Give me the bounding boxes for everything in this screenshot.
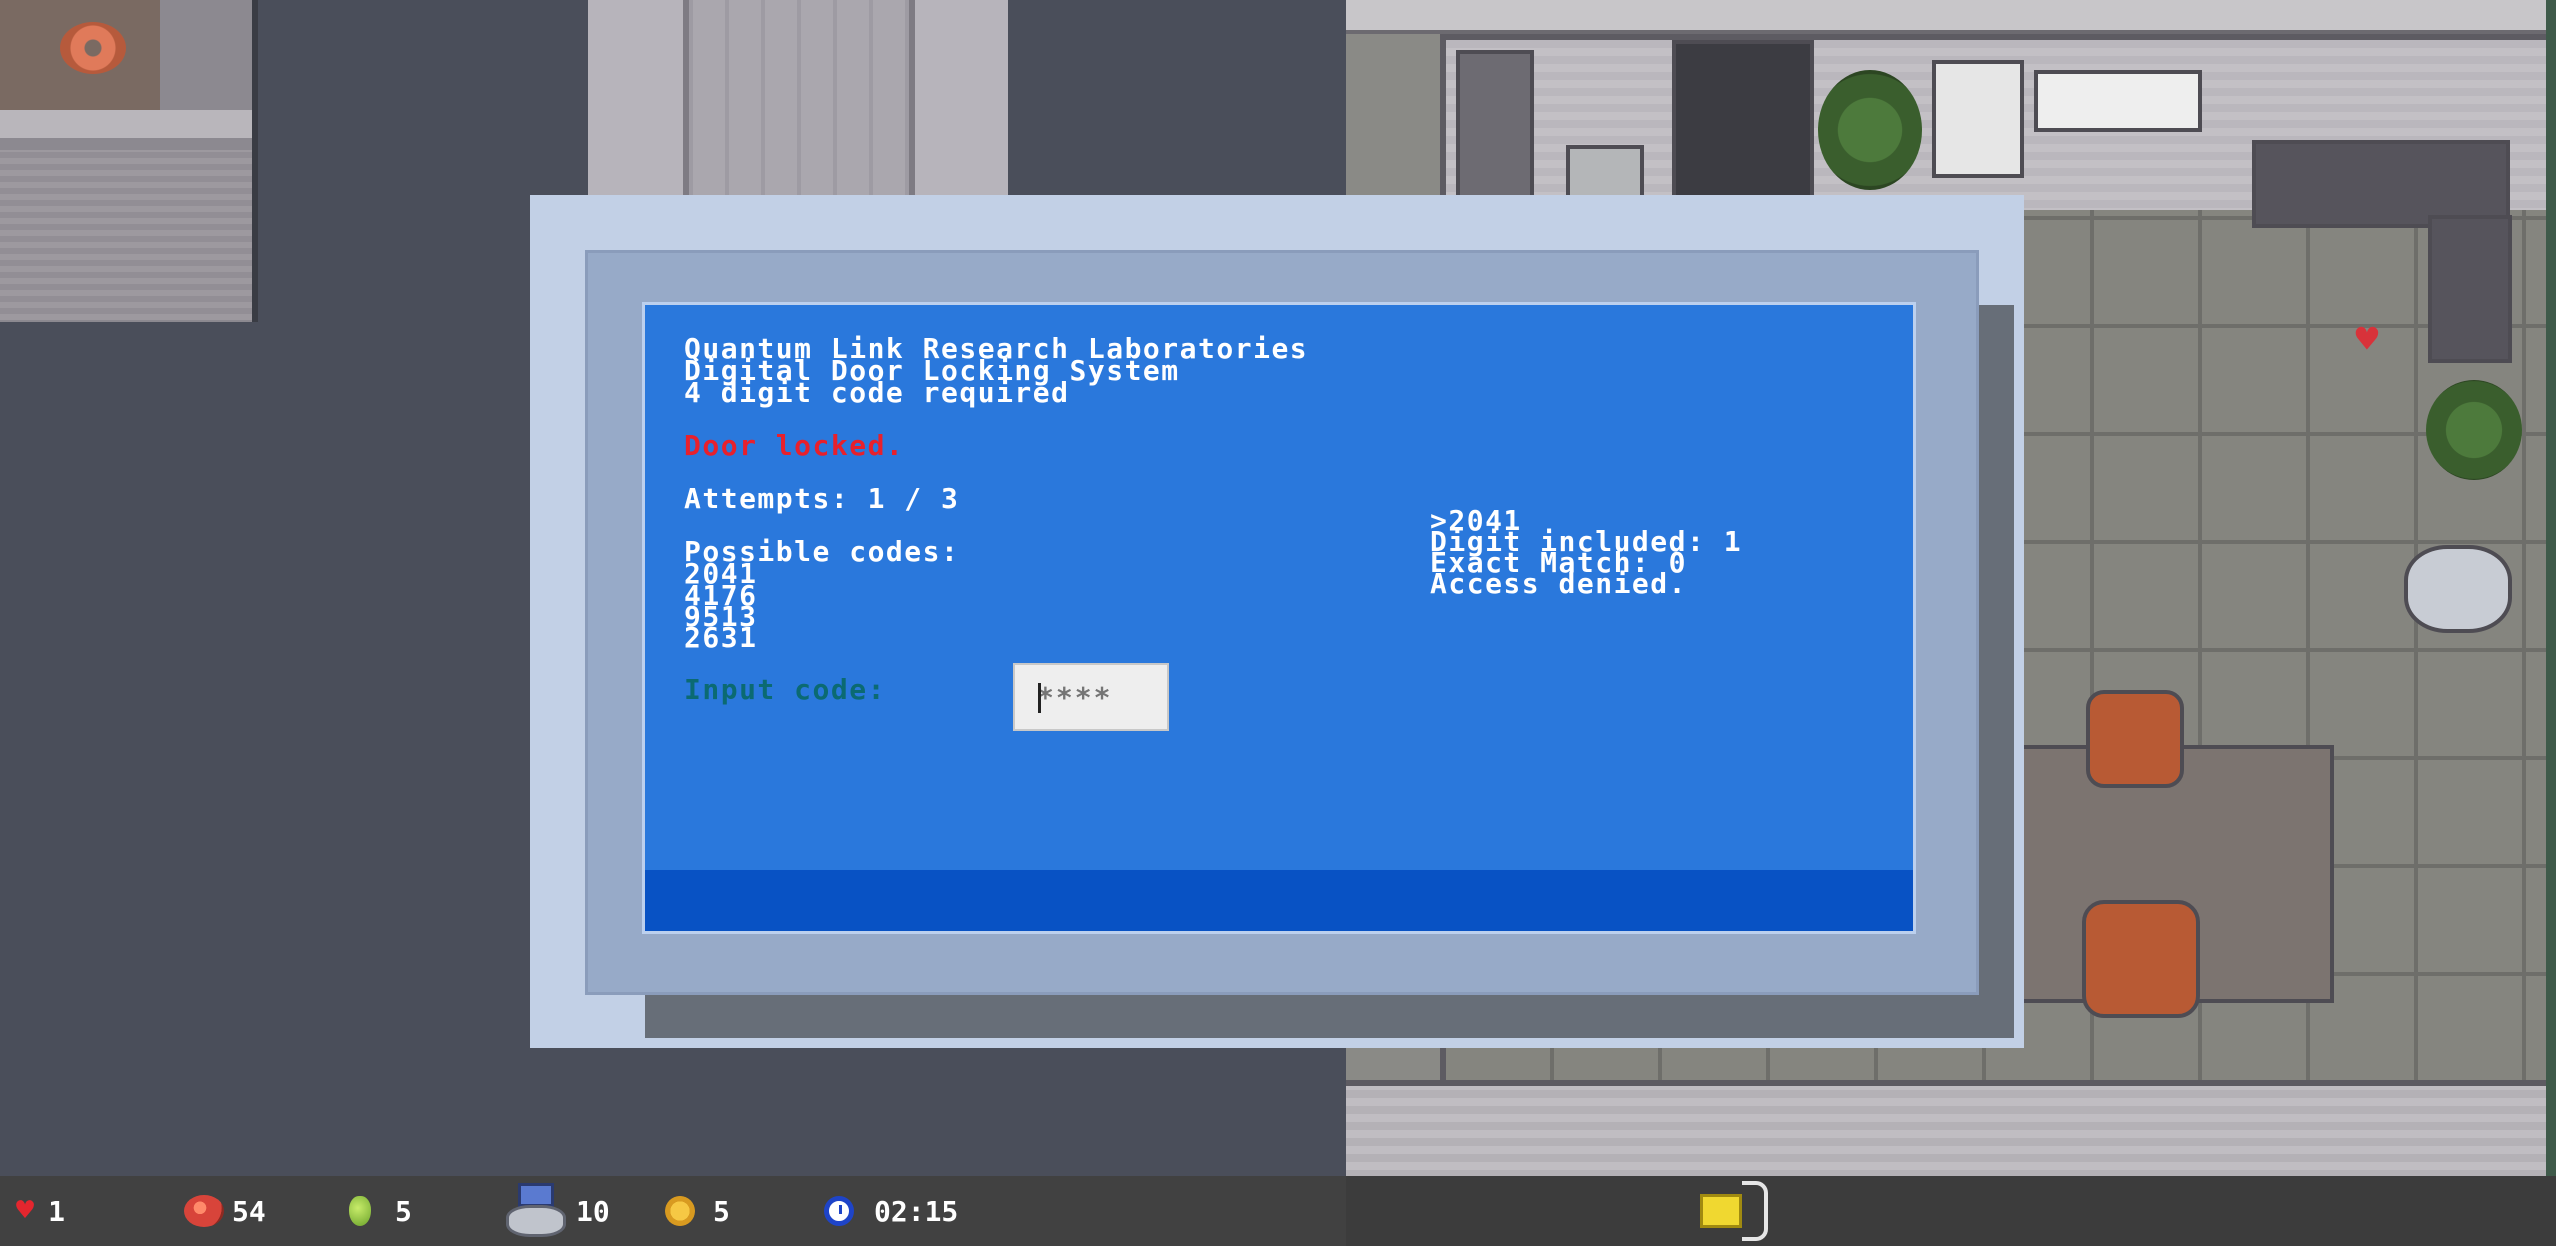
coins-value: 5	[713, 1194, 730, 1228]
timer-value: 02:15	[874, 1194, 959, 1228]
text-caret	[1038, 683, 1041, 713]
office-chair-2	[2082, 900, 2200, 1018]
grenades-value: 5	[395, 1194, 412, 1228]
robots-value: 10	[576, 1194, 610, 1228]
bottom-wall	[1346, 1080, 2556, 1186]
attempts-counter: Attempts: 1 / 3	[684, 482, 960, 515]
sliding-door	[683, 0, 915, 200]
corridor	[588, 0, 1008, 200]
grenade-icon	[349, 1196, 371, 1226]
clock-icon	[824, 1196, 854, 1226]
possible-code-item: 2631	[684, 621, 758, 654]
robot-enemy	[2404, 545, 2512, 633]
donut-pickup	[60, 22, 126, 74]
robot-icon	[502, 1183, 566, 1239]
office-chair	[2086, 690, 2184, 788]
input-code-label: Input code:	[684, 673, 886, 706]
terminal-shadow	[1978, 305, 2014, 1038]
meat-icon	[184, 1195, 224, 1227]
potted-plant-2	[2426, 380, 2522, 480]
wall-edge	[252, 0, 258, 322]
health-value: 1	[48, 1194, 65, 1228]
terminal-shadow-bottom	[645, 995, 2014, 1038]
food-value: 54	[232, 1194, 266, 1228]
air-conditioner	[2034, 70, 2202, 132]
hud-robots: 10	[502, 1176, 610, 1246]
sofa-side	[2428, 215, 2512, 363]
water-cooler	[1456, 50, 1534, 208]
log-line: Access denied.	[1430, 567, 1688, 600]
room-top-left	[0, 0, 252, 322]
keycard-ring-icon	[1742, 1181, 1768, 1241]
terminal-header-line3: 4 digit code required	[684, 376, 1070, 409]
potted-plant	[1818, 70, 1922, 190]
hud-keycard	[1700, 1176, 1768, 1246]
right-edge	[2546, 0, 2556, 1180]
top-wall	[1346, 0, 2556, 34]
wall-ledge	[0, 110, 252, 138]
hud-coins: 5	[665, 1176, 730, 1246]
hud-food: 54	[184, 1176, 266, 1246]
hud-health: ♥ 1	[16, 1176, 65, 1246]
heart-pickup-icon: ♥	[2355, 317, 2379, 361]
door-status: Door locked.	[684, 429, 905, 462]
hud-grenades: 5	[349, 1176, 412, 1246]
coin-icon	[665, 1196, 695, 1226]
notice-board	[1932, 60, 2024, 178]
wall	[0, 150, 252, 320]
keycard-icon	[1700, 1194, 1742, 1228]
heart-icon: ♥	[16, 1193, 35, 1228]
terminal-footer-bar	[645, 870, 1913, 931]
hud-timer: 02:15	[824, 1176, 958, 1246]
vending-machine	[1672, 40, 1814, 208]
code-input-field[interactable]	[1013, 663, 1169, 731]
